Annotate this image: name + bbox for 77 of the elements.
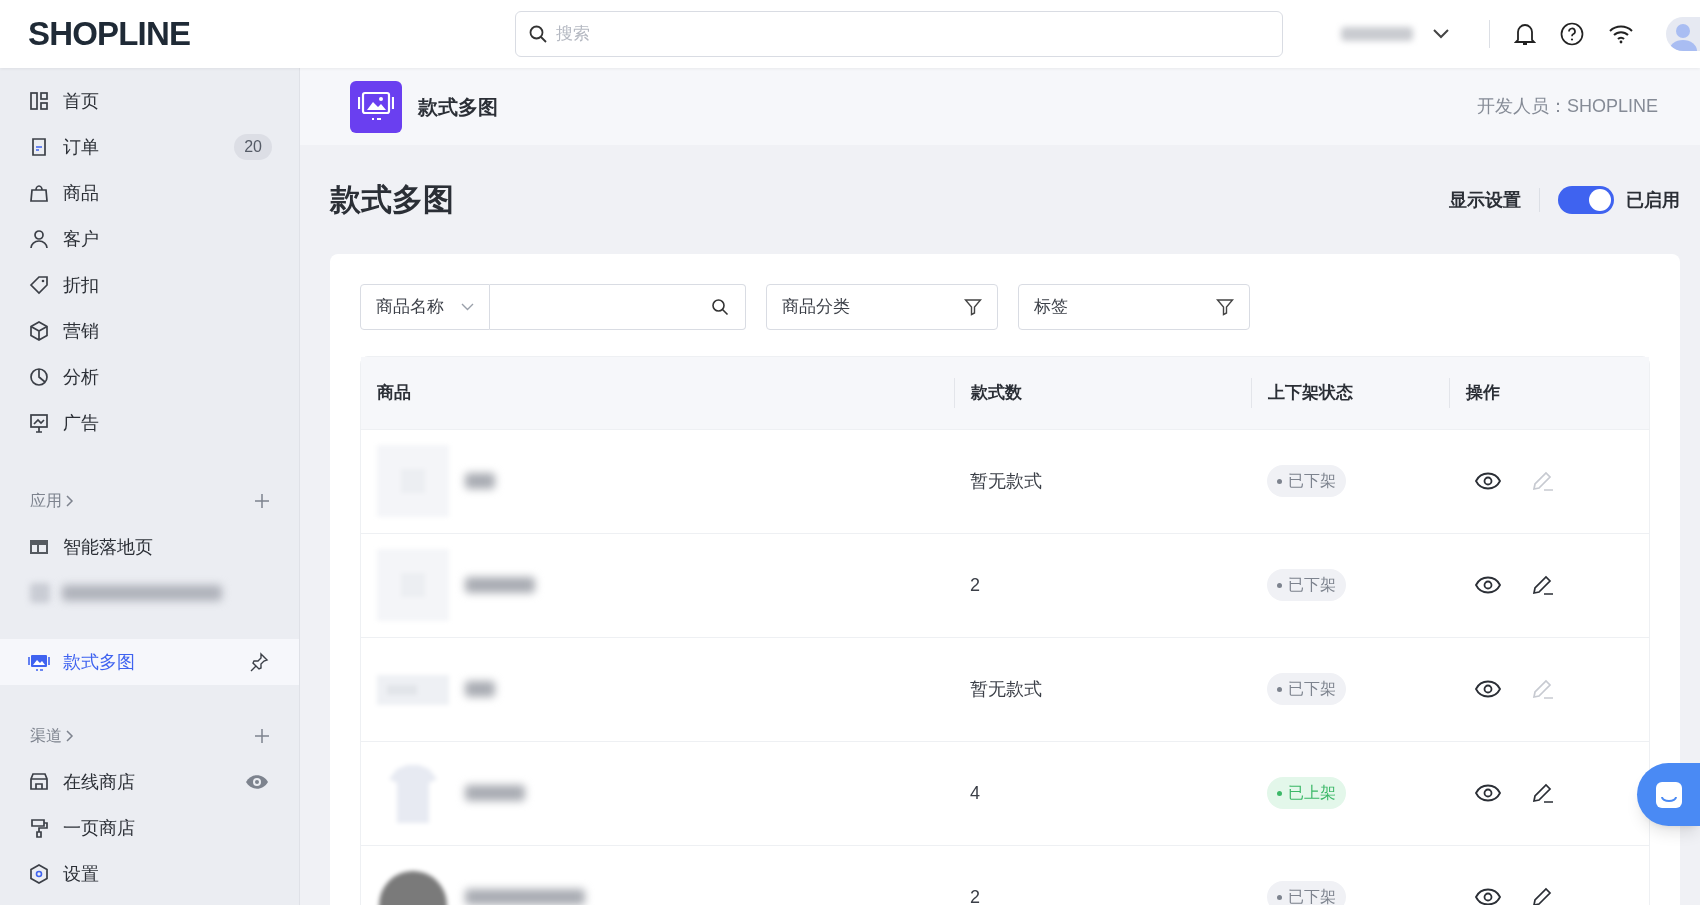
bag-icon bbox=[28, 182, 50, 204]
sidebar-item[interactable]: 商品 bbox=[0, 170, 299, 216]
page-title: 款式多图 bbox=[330, 181, 454, 219]
sidebar-item[interactable]: 订单 20 bbox=[0, 124, 299, 170]
bell-icon[interactable] bbox=[1514, 22, 1536, 46]
help-icon[interactable] bbox=[1560, 22, 1584, 46]
enable-toggle[interactable] bbox=[1558, 186, 1614, 215]
sidebar-item[interactable]: 营销 bbox=[0, 308, 299, 354]
pin-icon[interactable] bbox=[249, 652, 269, 672]
status-badge: 已上架 bbox=[1267, 777, 1346, 809]
sidebar-item[interactable]: 分析 bbox=[0, 354, 299, 400]
column-header: 操作 bbox=[1466, 381, 1500, 404]
chevron-down-icon bbox=[461, 302, 474, 311]
status-badge: 已下架 bbox=[1267, 569, 1346, 601]
blurred-text bbox=[465, 681, 495, 697]
eye-icon[interactable] bbox=[1475, 888, 1501, 905]
search-icon bbox=[711, 297, 729, 316]
toggle-knob bbox=[1589, 189, 1611, 212]
sidebar-item[interactable]: 在线商店 bbox=[0, 759, 299, 805]
pie-chart-icon bbox=[28, 366, 50, 388]
blurred-text bbox=[465, 473, 495, 489]
status-badge: 已下架 bbox=[1267, 465, 1346, 497]
app-logo-icon bbox=[350, 80, 402, 133]
sidebar-item[interactable]: 款式多图 bbox=[0, 639, 299, 685]
presentation-icon bbox=[28, 412, 50, 434]
category-filter[interactable]: 商品分类 bbox=[766, 283, 998, 330]
filter-icon bbox=[964, 297, 982, 316]
chevron-down-icon bbox=[1433, 29, 1449, 39]
developer-label: 开发人员：SHOPLINE bbox=[1476, 95, 1658, 118]
logo: SHOPLINE bbox=[28, 15, 191, 53]
eye-icon[interactable] bbox=[1475, 784, 1501, 802]
filter-icon bbox=[1216, 297, 1234, 316]
edit-icon[interactable] bbox=[1531, 781, 1555, 805]
chevron-right-icon bbox=[66, 730, 74, 742]
cube-icon bbox=[28, 320, 50, 342]
app-name: 款式多图 bbox=[418, 94, 498, 120]
chevron-right-icon bbox=[66, 495, 74, 507]
variant-count: 4 bbox=[970, 782, 980, 803]
sidebar-item[interactable]: 智能落地页 bbox=[0, 524, 299, 570]
status-badge: 已下架 bbox=[1267, 673, 1346, 705]
wifi-icon[interactable] bbox=[1608, 24, 1634, 44]
column-header: 款式数 bbox=[971, 381, 1022, 404]
search-icon bbox=[528, 24, 548, 44]
blurred-text bbox=[465, 785, 525, 801]
variant-count: 暂无款式 bbox=[970, 678, 1042, 699]
variant-count: 2 bbox=[970, 574, 980, 595]
count-badge: 20 bbox=[234, 134, 272, 160]
storefront-icon bbox=[28, 771, 50, 793]
sidebar-item[interactable]: 设置 bbox=[0, 851, 299, 897]
sidebar-item[interactable]: 客户 bbox=[0, 216, 299, 262]
sidebar-item[interactable]: 一页商店 bbox=[0, 805, 299, 851]
sidebar-item[interactable]: 折扣 bbox=[0, 262, 299, 308]
column-header: 商品 bbox=[377, 381, 411, 404]
field-select[interactable]: 商品名称 bbox=[360, 283, 490, 330]
column-header: 上下架状态 bbox=[1268, 381, 1353, 404]
name-search-field[interactable] bbox=[490, 283, 746, 330]
paint-roller-icon bbox=[28, 817, 50, 839]
person-icon bbox=[28, 228, 50, 250]
tag-filter[interactable]: 标签 bbox=[1018, 283, 1250, 330]
dashboard-icon bbox=[28, 90, 50, 112]
search-field[interactable]: 搜索 bbox=[515, 11, 1283, 57]
display-settings-link[interactable]: 显示设置 bbox=[1449, 186, 1521, 214]
chat-icon bbox=[1653, 779, 1684, 810]
toggle-label: 已启用 bbox=[1626, 188, 1680, 212]
hexagon-icon bbox=[28, 863, 50, 885]
status-badge: 已下架 bbox=[1267, 881, 1346, 905]
blurred-text bbox=[465, 577, 535, 593]
variant-count: 暂无款式 bbox=[970, 470, 1042, 491]
sidebar-item[interactable]: 广告 bbox=[0, 400, 299, 446]
sidebar-item[interactable]: 首页 bbox=[0, 78, 299, 124]
edit-icon[interactable] bbox=[1531, 573, 1555, 597]
eye-icon[interactable] bbox=[1475, 680, 1501, 698]
store-switcher[interactable] bbox=[1341, 27, 1449, 41]
eye-icon[interactable] bbox=[1475, 576, 1501, 594]
variant-count: 2 bbox=[970, 886, 980, 905]
eye-icon[interactable] bbox=[1475, 472, 1501, 490]
tag-icon bbox=[28, 274, 50, 296]
